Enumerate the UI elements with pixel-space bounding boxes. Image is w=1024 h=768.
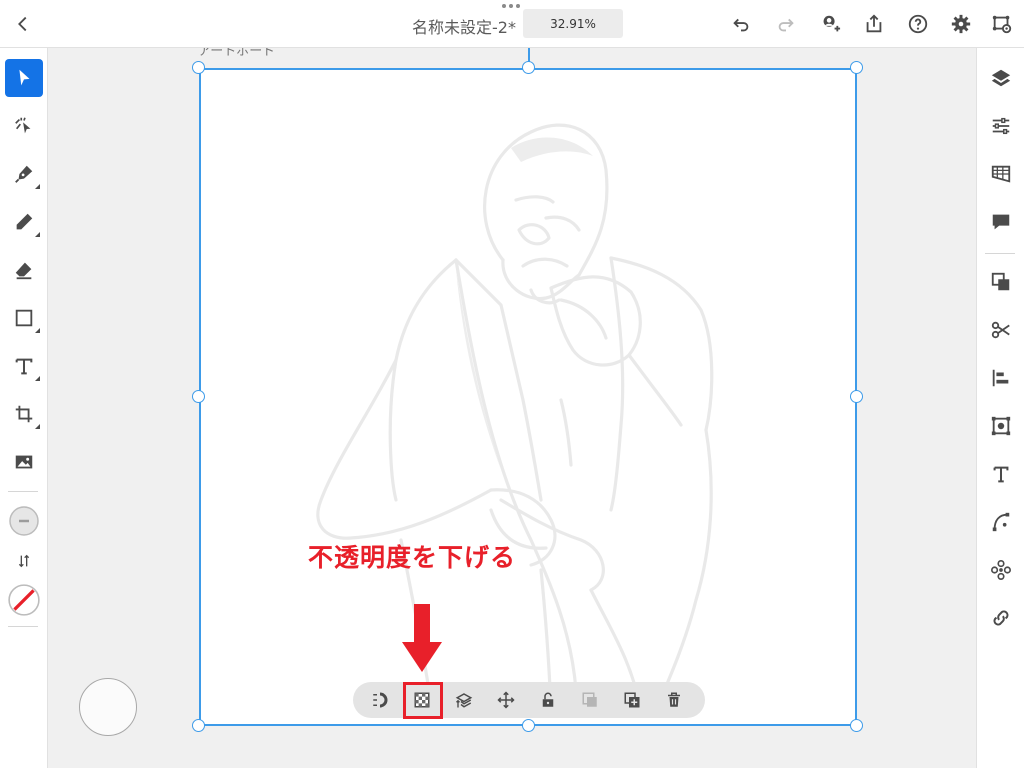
repeat-icon[interactable] (986, 555, 1016, 585)
move-icon[interactable] (493, 687, 519, 713)
type-tool-icon[interactable] (5, 347, 43, 385)
help-icon[interactable] (903, 9, 933, 39)
left-toolbar (0, 48, 48, 768)
layers-icon[interactable] (986, 63, 1016, 93)
more-dots-icon[interactable] (502, 4, 520, 8)
comments-icon[interactable] (986, 207, 1016, 237)
fill-swatch[interactable] (5, 502, 43, 540)
placed-illustration[interactable] (201, 70, 855, 724)
resize-handle-top-right[interactable] (850, 61, 863, 74)
document-title[interactable]: 名称未設定-2* (300, 14, 516, 38)
artboard[interactable] (199, 68, 857, 726)
annotation-highlight-box (403, 682, 443, 719)
type-panel-icon[interactable] (986, 459, 1016, 489)
resize-handle-left[interactable] (192, 390, 205, 403)
lock-icon[interactable] (535, 687, 561, 713)
image-tool-icon[interactable] (5, 443, 43, 481)
back-chevron-icon[interactable] (8, 9, 38, 39)
align-icon[interactable] (986, 363, 1016, 393)
select-tool-icon[interactable] (5, 59, 43, 97)
resize-handle-right[interactable] (850, 390, 863, 403)
share-icon[interactable] (859, 9, 889, 39)
cloud-document-icon[interactable] (987, 9, 1017, 39)
artboard-label[interactable]: アートボード (198, 48, 275, 59)
resize-handle-bottom-left[interactable] (192, 719, 205, 732)
zoom-level[interactable]: 32.91% (523, 9, 623, 38)
path-icon[interactable] (986, 507, 1016, 537)
stroke-swatch-none[interactable] (5, 581, 43, 619)
crop-tool-icon[interactable] (5, 395, 43, 433)
app-window: 名称未設定-2* 32.91% アートボード 不透明度を下げる (0, 0, 1024, 768)
panel-divider (985, 253, 1015, 254)
magnet-icon[interactable] (367, 687, 393, 713)
duplicate-disabled-icon[interactable] (577, 687, 603, 713)
link-icon[interactable] (986, 603, 1016, 633)
cut-icon[interactable] (986, 315, 1016, 345)
resize-handle-bottom[interactable] (522, 719, 535, 732)
canvas-area[interactable]: アートボード 不透明度を下げる (48, 48, 976, 768)
annotation-arrow-icon (402, 604, 442, 672)
annotation-callout-text: 不透明度を下げる (308, 543, 517, 572)
pen-tool-icon[interactable] (5, 155, 43, 193)
redo-icon[interactable] (771, 9, 801, 39)
top-bar: 名称未設定-2* 32.91% (0, 0, 1024, 48)
settings-icon[interactable] (946, 9, 976, 39)
toolbar-divider (8, 626, 38, 627)
arrange-layer-icon[interactable] (451, 687, 477, 713)
pencil-tool-icon[interactable] (5, 203, 43, 241)
copy-add-icon[interactable] (619, 687, 645, 713)
toolbar-divider (8, 491, 38, 492)
right-panel (976, 48, 1024, 768)
undo-icon[interactable] (726, 9, 756, 39)
arrange-icon[interactable] (986, 267, 1016, 297)
transform-icon[interactable] (986, 411, 1016, 441)
eraser-tool-icon[interactable] (5, 251, 43, 289)
touch-shortcut-button[interactable] (79, 678, 137, 736)
rectangle-tool-icon[interactable] (5, 299, 43, 337)
libraries-icon[interactable] (986, 159, 1016, 189)
invite-user-icon[interactable] (815, 9, 845, 39)
resize-handle-top[interactable] (522, 61, 535, 74)
swap-colors-icon[interactable] (5, 542, 43, 580)
resize-handle-top-left[interactable] (192, 61, 205, 74)
trash-icon[interactable] (661, 687, 687, 713)
resize-handle-bottom-right[interactable] (850, 719, 863, 732)
direct-select-tool-icon[interactable] (5, 107, 43, 145)
properties-icon[interactable] (986, 111, 1016, 141)
